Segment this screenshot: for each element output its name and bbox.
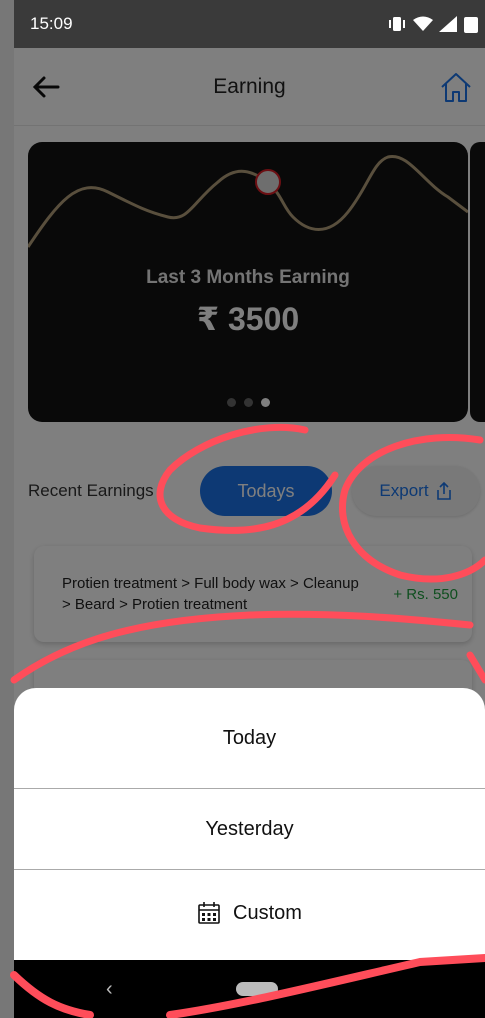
vibrate-icon [389,17,405,31]
option-today-label: Today [222,726,277,749]
battery-icon [464,17,478,33]
option-yesterday[interactable]: Yesterday [14,789,485,869]
option-yesterday-label: Yesterday [205,817,294,840]
calendar-icon [198,902,220,924]
wifi-icon [413,16,433,31]
status-time: 15:09 [30,14,73,33]
option-custom[interactable]: Custom [14,870,485,956]
system-nav-bar: ‹ [14,960,485,1018]
option-today[interactable]: Today [14,688,485,788]
date-filter-sheet: Today Yesterday Custom [14,688,485,960]
status-icons [387,15,479,33]
signal-icon [439,16,457,32]
status-bar: 15:09 [14,0,485,48]
screen: 15:09 Earning Last 3 Months Earning ₹ 35… [0,0,485,1018]
nav-back-icon[interactable]: ‹ [106,978,113,1001]
option-custom-label: Custom [233,901,302,924]
nav-home-pill[interactable] [236,982,278,996]
